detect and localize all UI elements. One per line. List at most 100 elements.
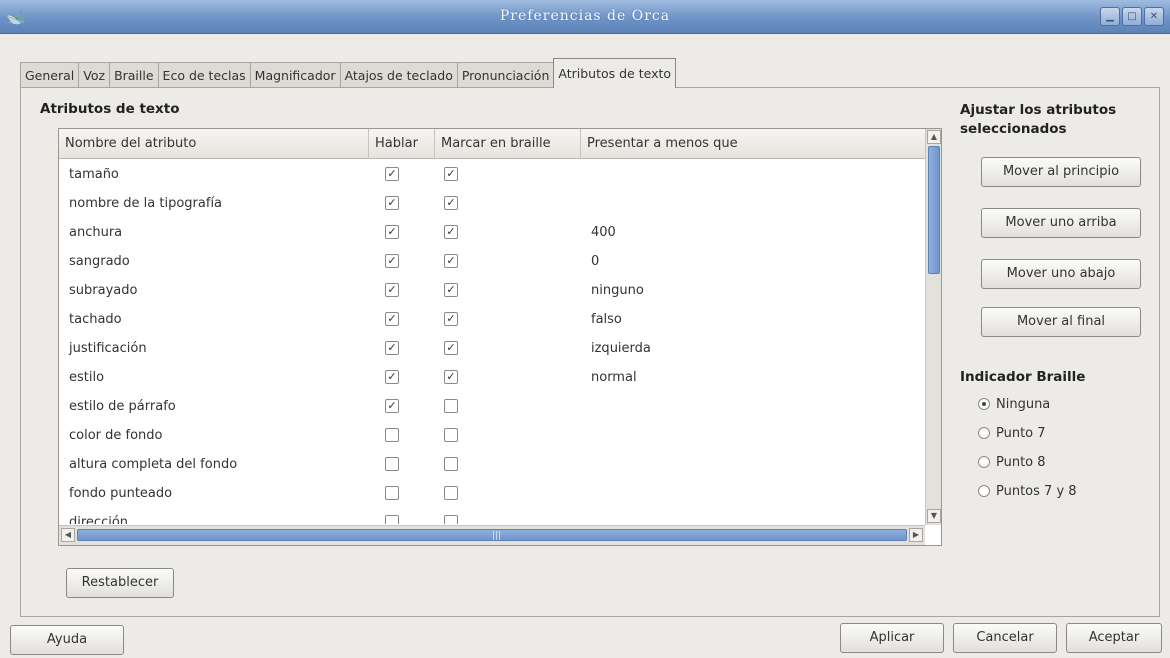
table-row[interactable]: anchura ✓ ✓ 400 [59, 218, 925, 247]
apply-button[interactable]: Aplicar [840, 623, 944, 653]
table-row[interactable]: estilo ✓ ✓ normal [59, 363, 925, 392]
scroll-up-icon[interactable]: ▲ [927, 130, 941, 144]
speak-checkbox[interactable] [385, 515, 399, 524]
column-header-unless[interactable]: Presentar a menos que [581, 129, 925, 159]
minimize-icon[interactable]: ▁ [1100, 7, 1120, 26]
table-row[interactable]: tamaño ✓ ✓ [59, 160, 925, 189]
attribute-name-cell: tamaño [69, 167, 119, 182]
tab-general[interactable]: General [20, 62, 80, 88]
attribute-name-cell: justificación [69, 341, 147, 356]
attribute-name-cell: color de fondo [69, 428, 163, 443]
table-row[interactable]: nombre de la tipografía ✓ ✓ [59, 189, 925, 218]
column-header-name[interactable]: Nombre del atributo [59, 129, 369, 159]
attribute-name-cell: anchura [69, 225, 123, 240]
radio-ninguna[interactable]: Ninguna [978, 394, 1077, 423]
radio-punto-8[interactable]: Punto 8 [978, 452, 1077, 481]
title-bar[interactable]: 🐋 Preferencias de Orca ▁ □ ✕ [0, 0, 1170, 34]
attribute-name-cell: dirección [69, 515, 129, 524]
cancel-button[interactable]: Cancelar [953, 623, 1057, 653]
speak-checkbox[interactable]: ✓ [385, 283, 399, 297]
scroll-left-icon[interactable]: ◀ [61, 528, 75, 542]
braille-checkbox[interactable] [444, 428, 458, 442]
braille-checkbox[interactable] [444, 399, 458, 413]
braille-checkbox[interactable]: ✓ [444, 341, 458, 355]
speak-checkbox[interactable] [385, 428, 399, 442]
attribute-name-cell: estilo [69, 370, 105, 385]
present-unless-cell[interactable]: ninguno [591, 276, 644, 305]
attribute-name-cell: altura completa del fondo [69, 457, 238, 472]
tab-braille[interactable]: Braille [109, 62, 159, 88]
tab-atributos-de-texto[interactable]: Atributos de texto [553, 58, 677, 88]
column-header-braille[interactable]: Marcar en braille [435, 129, 581, 159]
scroll-right-icon[interactable]: ▶ [909, 528, 923, 542]
speak-checkbox[interactable]: ✓ [385, 167, 399, 181]
braille-indicator-group: Ninguna Punto 7 Punto 8 Puntos 7 y 8 [978, 394, 1077, 510]
table-row[interactable]: estilo de párrafo ✓ [59, 392, 925, 421]
speak-checkbox[interactable]: ✓ [385, 341, 399, 355]
table-row[interactable]: color de fondo [59, 421, 925, 450]
scroll-down-icon[interactable]: ▼ [927, 509, 941, 523]
table-row[interactable]: dirección [59, 508, 925, 524]
table-row[interactable]: subrayado ✓ ✓ ninguno [59, 276, 925, 305]
window-title: Preferencias de Orca [499, 8, 671, 24]
present-unless-cell[interactable]: normal [591, 363, 637, 392]
present-unless-cell[interactable]: 0 [591, 247, 599, 276]
move-to-top-button[interactable]: Mover al principio [981, 157, 1141, 187]
present-unless-cell[interactable]: 400 [591, 218, 616, 247]
horizontal-scroll-thumb[interactable]: ||| [77, 529, 907, 541]
tab-magnificador[interactable]: Magnificador [249, 62, 341, 88]
speak-checkbox[interactable]: ✓ [385, 225, 399, 239]
table-row[interactable]: tachado ✓ ✓ falso [59, 305, 925, 334]
move-to-end-button[interactable]: Mover al final [981, 307, 1141, 337]
present-unless-cell[interactable]: falso [591, 305, 622, 334]
attribute-name-cell: sangrado [69, 254, 130, 269]
table-row[interactable]: altura completa del fondo [59, 450, 925, 479]
braille-checkbox[interactable]: ✓ [444, 370, 458, 384]
braille-checkbox[interactable]: ✓ [444, 283, 458, 297]
braille-checkbox[interactable]: ✓ [444, 167, 458, 181]
braille-checkbox[interactable]: ✓ [444, 196, 458, 210]
horizontal-scrollbar[interactable]: ◀ ||| ▶ [59, 525, 925, 545]
adjust-section-title: Ajustar los atributos seleccionados [960, 102, 1117, 137]
speak-checkbox[interactable] [385, 486, 399, 500]
tab-voz[interactable]: Voz [78, 62, 111, 88]
table-row[interactable]: sangrado ✓ ✓ 0 [59, 247, 925, 276]
move-down-button[interactable]: Mover uno abajo [981, 259, 1141, 289]
column-header-speak[interactable]: Hablar [369, 129, 435, 159]
speak-checkbox[interactable] [385, 457, 399, 471]
table-row[interactable]: fondo punteado [59, 479, 925, 508]
close-icon[interactable]: ✕ [1144, 7, 1164, 26]
vertical-scrollbar[interactable]: ▲ ▼ [925, 129, 941, 525]
radio-puntos-7-y-8[interactable]: Puntos 7 y 8 [978, 481, 1077, 510]
braille-checkbox[interactable]: ✓ [444, 254, 458, 268]
braille-checkbox[interactable] [444, 515, 458, 524]
table-row[interactable]: justificación ✓ ✓ izquierda [59, 334, 925, 363]
radio-punto-7[interactable]: Punto 7 [978, 423, 1077, 452]
table-header: Nombre del atributo Hablar Marcar en bra… [59, 129, 925, 159]
attribute-name-cell: estilo de párrafo [69, 399, 176, 414]
vertical-scroll-thumb[interactable] [928, 146, 940, 274]
move-up-button[interactable]: Mover uno arriba [981, 208, 1141, 238]
speak-checkbox[interactable]: ✓ [385, 312, 399, 326]
speak-checkbox[interactable]: ✓ [385, 370, 399, 384]
speak-checkbox[interactable]: ✓ [385, 196, 399, 210]
speak-checkbox[interactable]: ✓ [385, 254, 399, 268]
attributes-section-title: Atributos de texto [40, 101, 180, 117]
present-unless-cell[interactable]: izquierda [591, 334, 651, 363]
accept-button[interactable]: Aceptar [1066, 623, 1162, 653]
speak-checkbox[interactable]: ✓ [385, 399, 399, 413]
radio-unselected-icon [978, 427, 990, 439]
help-button[interactable]: Ayuda [10, 625, 124, 655]
attributes-table: Nombre del atributo Hablar Marcar en bra… [58, 128, 942, 546]
braille-checkbox[interactable]: ✓ [444, 312, 458, 326]
tab-atajos-de-teclado[interactable]: Atajos de teclado [339, 62, 458, 88]
tab-pronunciacion[interactable]: Pronunciación [456, 62, 555, 88]
braille-checkbox[interactable]: ✓ [444, 225, 458, 239]
radio-selected-icon [978, 398, 990, 410]
tab-bar: General Voz Braille Eco de teclas Magnif… [20, 58, 677, 88]
braille-checkbox[interactable] [444, 486, 458, 500]
maximize-icon[interactable]: □ [1122, 7, 1142, 26]
tab-eco-de-teclas[interactable]: Eco de teclas [157, 62, 251, 88]
reset-button[interactable]: Restablecer [66, 568, 174, 598]
braille-checkbox[interactable] [444, 457, 458, 471]
